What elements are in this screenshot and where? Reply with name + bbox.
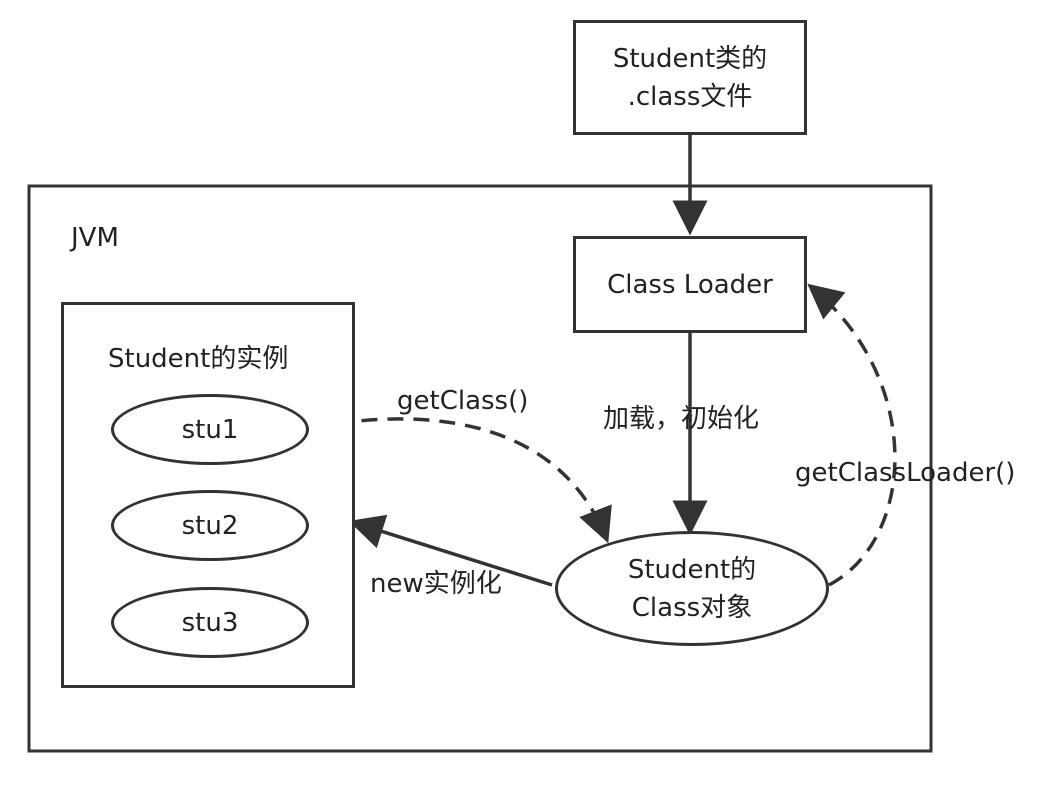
class-file-line-1: Student类的 xyxy=(612,43,768,74)
instance-label-stu3: stu3 xyxy=(181,607,239,638)
get-class-loader-arrow xyxy=(807,283,897,587)
class-object-ellipse: Student的 Class对象 xyxy=(555,531,829,646)
class-file-line-2: .class文件 xyxy=(627,81,753,112)
get-class-label: getClass() xyxy=(397,386,529,416)
jvm-label: JVM xyxy=(71,223,119,253)
class-object-line-2: Class对象 xyxy=(631,592,753,623)
class-loader-box: Class Loader xyxy=(573,236,807,333)
diagram-canvas: JVM Student类的 .class文件 Class Loader Stud… xyxy=(0,0,1042,791)
instances-title: Student的实例 xyxy=(108,344,289,374)
instance-label-stu2: stu2 xyxy=(181,510,239,541)
class-object-line-1: Student的 xyxy=(627,554,757,585)
instance-ellipse-stu2: stu2 xyxy=(111,490,309,561)
get-class-loader-label: getClassLoader() xyxy=(795,458,1016,488)
instance-ellipse-stu3: stu3 xyxy=(111,587,309,658)
class-file-box: Student类的 .class文件 xyxy=(573,20,807,135)
instance-label-stu1: stu1 xyxy=(181,414,239,445)
class-loader-label: Class Loader xyxy=(607,269,773,300)
load-init-label: 加载，初始化 xyxy=(603,404,760,434)
new-instance-label: new实例化 xyxy=(370,569,502,599)
instance-ellipse-stu1: stu1 xyxy=(111,394,309,465)
